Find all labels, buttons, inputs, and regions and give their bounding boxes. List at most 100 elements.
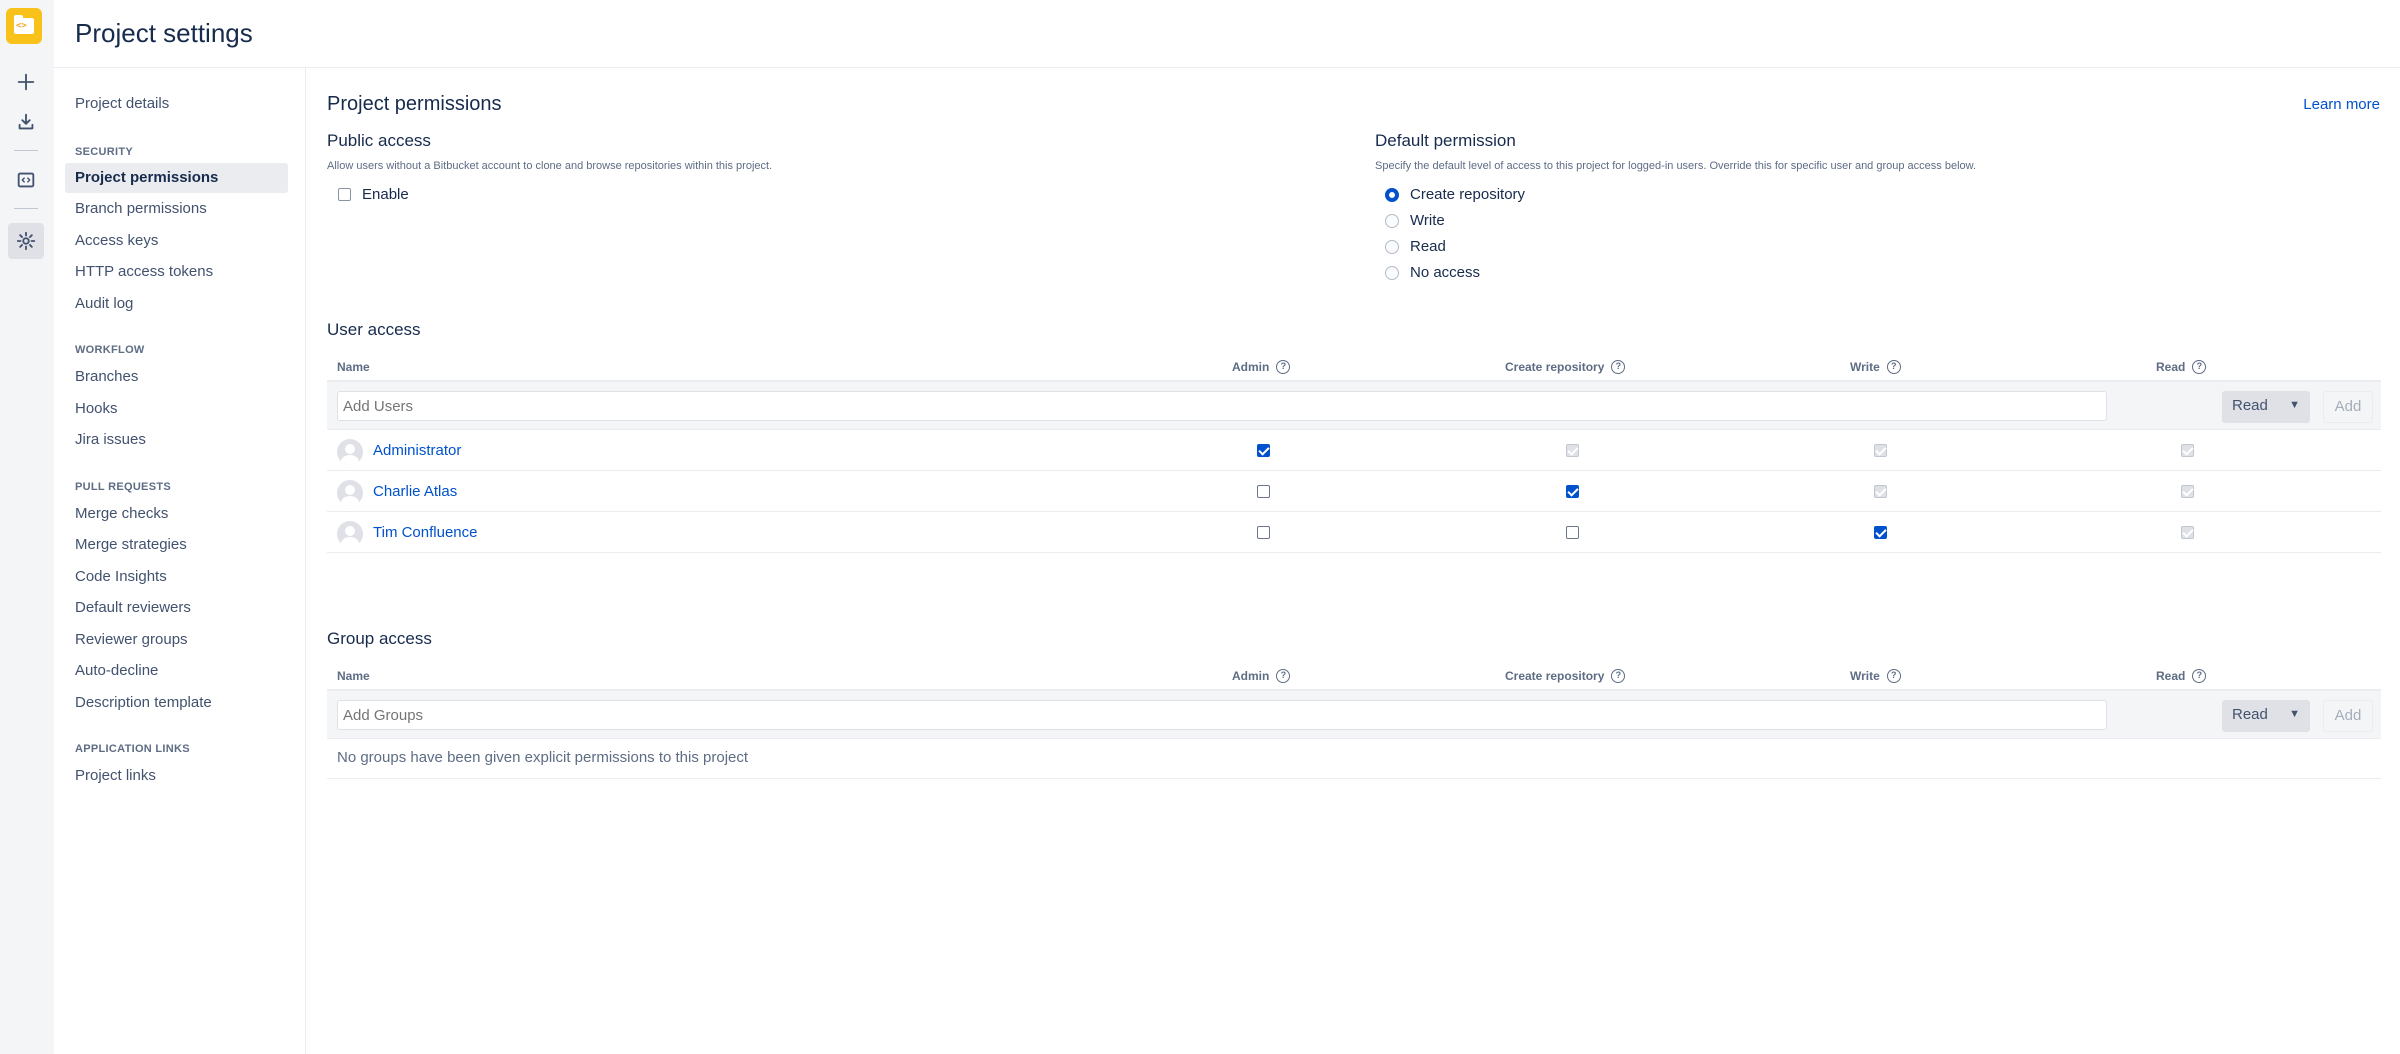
chevron-down-icon: ▼ — [2289, 708, 2300, 720]
empty-message: No groups have been given explicit permi… — [337, 749, 749, 766]
sidebar-item-project-permissions[interactable]: Project permissions — [65, 163, 288, 193]
avatar — [337, 480, 363, 506]
user-name-link[interactable]: Charlie Atlas — [373, 483, 457, 500]
add-groups-input[interactable] — [337, 700, 2107, 730]
radio-create-repository[interactable] — [1385, 187, 1399, 202]
default-permission-option-read[interactable]: Read — [1385, 238, 1446, 255]
column-header-create-repository: Create repository? — [1505, 360, 1626, 374]
public-access-enable-label: Enable — [362, 186, 409, 203]
avatar — [337, 439, 363, 465]
rail-divider — [14, 208, 38, 209]
create-repository-checkbox — [1566, 444, 1579, 457]
read-checkbox — [2181, 485, 2194, 498]
sidebar-item-branches[interactable]: Branches — [65, 362, 288, 392]
help-icon[interactable]: ? — [1276, 669, 1291, 683]
add-users-input[interactable] — [337, 391, 2107, 421]
settings-sidebar: Project details SECURITY Project permiss… — [54, 68, 306, 1054]
admin-checkbox[interactable] — [1257, 444, 1270, 457]
column-header-read: Read? — [2156, 669, 2207, 683]
sidebar-item-audit-log[interactable]: Audit log — [65, 289, 288, 319]
table-header: Name Admin? Create repository? Write? Re… — [327, 352, 2381, 382]
sidebar-item-access-keys[interactable]: Access keys — [65, 226, 288, 256]
admin-checkbox[interactable] — [1257, 485, 1270, 498]
help-icon[interactable]: ? — [1276, 360, 1291, 374]
public-access-title: Public access — [327, 131, 431, 150]
default-permission-option-create[interactable]: Create repository — [1385, 186, 1525, 203]
user-access-title: User access — [327, 320, 421, 339]
add-group-button[interactable]: Add — [2323, 700, 2373, 732]
column-header-create-repository: Create repository? — [1505, 669, 1626, 683]
help-icon[interactable]: ? — [2192, 360, 2207, 374]
read-checkbox — [2181, 526, 2194, 539]
group-access-title: Group access — [327, 629, 432, 648]
table-row: Tim Confluence — [327, 512, 2381, 553]
sidebar-heading-workflow: WORKFLOW — [75, 344, 145, 356]
create-repository-checkbox[interactable] — [1566, 485, 1579, 498]
public-access-enable-option[interactable]: Enable — [338, 186, 409, 203]
table-row: Administrator — [327, 430, 2381, 471]
column-header-read: Read? — [2156, 360, 2207, 374]
empty-state-row: No groups have been given explicit permi… — [327, 739, 2381, 779]
default-permission-option-no-access[interactable]: No access — [1385, 264, 1480, 281]
main-content: Project permissions Learn more Public ac… — [306, 68, 2400, 1054]
sidebar-item-code-insights[interactable]: Code Insights — [65, 562, 288, 592]
sidebar-item-description-template[interactable]: Description template — [65, 688, 288, 718]
user-name-link[interactable]: Administrator — [373, 442, 461, 459]
page-title: Project settings — [75, 18, 253, 48]
create-repository-checkbox[interactable] — [1566, 526, 1579, 539]
admin-checkbox[interactable] — [1257, 526, 1270, 539]
sidebar-item-merge-strategies[interactable]: Merge strategies — [65, 530, 288, 560]
default-permission-description: Specify the default level of access to t… — [1375, 160, 1977, 172]
download-icon[interactable] — [8, 104, 44, 140]
sidebar-item-project-details[interactable]: Project details — [65, 89, 288, 119]
sidebar-item-default-reviewers[interactable]: Default reviewers — [65, 593, 288, 623]
radio-label: Read — [1410, 238, 1446, 255]
write-checkbox — [1874, 444, 1887, 457]
permission-select[interactable]: Read ▼ — [2222, 700, 2310, 732]
user-name-link[interactable]: Tim Confluence — [373, 524, 478, 541]
sidebar-item-auto-decline[interactable]: Auto-decline — [65, 656, 288, 686]
plus-icon[interactable] — [8, 64, 44, 100]
gear-icon[interactable] — [8, 223, 44, 259]
sidebar-item-jira-issues[interactable]: Jira issues — [65, 425, 288, 455]
avatar — [337, 521, 363, 547]
public-access-description: Allow users without a Bitbucket account … — [327, 160, 773, 172]
add-group-row: Read▼ Add — [327, 691, 2381, 739]
help-icon[interactable]: ? — [1611, 360, 1626, 374]
sidebar-item-project-links[interactable]: Project links — [65, 761, 288, 791]
radio-label: Create repository — [1410, 186, 1526, 203]
column-header-write: Write? — [1850, 669, 1901, 683]
column-header-admin: Admin? — [1232, 669, 1291, 683]
radio-no-access[interactable] — [1385, 265, 1399, 280]
column-header-name: Name — [337, 360, 370, 374]
user-access-table: Name Admin? Create repository? Write? Re… — [327, 352, 2381, 632]
write-checkbox[interactable] — [1874, 526, 1887, 539]
permission-select[interactable]: Read ▼ — [2222, 391, 2310, 423]
add-user-button[interactable]: Add — [2323, 391, 2373, 423]
default-permission-option-write[interactable]: Write — [1385, 212, 1445, 229]
global-nav-rail: <> — [0, 0, 54, 1054]
help-icon[interactable]: ? — [1886, 669, 1901, 683]
learn-more-link[interactable]: Learn more — [2303, 96, 2380, 113]
sidebar-item-http-access-tokens[interactable]: HTTP access tokens — [65, 257, 288, 287]
radio-write[interactable] — [1385, 213, 1399, 228]
write-checkbox — [1874, 485, 1887, 498]
help-icon[interactable]: ? — [2192, 669, 2207, 683]
code-icon[interactable] — [8, 162, 44, 198]
sidebar-item-branch-permissions[interactable]: Branch permissions — [65, 194, 288, 224]
public-access-enable-checkbox[interactable] — [338, 188, 351, 201]
sidebar-heading-security: SECURITY — [75, 146, 134, 158]
group-access-table: Name Admin? Create repository? Write? Re… — [327, 661, 2381, 791]
read-checkbox — [2181, 444, 2194, 457]
sidebar-item-merge-checks[interactable]: Merge checks — [65, 499, 288, 529]
sidebar-item-reviewer-groups[interactable]: Reviewer groups — [65, 625, 288, 655]
table-header: Name Admin? Create repository? Write? Re… — [327, 661, 2381, 691]
radio-read[interactable] — [1385, 239, 1399, 254]
sidebar-item-hooks[interactable]: Hooks — [65, 394, 288, 424]
page-header: Project settings — [54, 0, 2400, 68]
rail-divider — [14, 150, 38, 151]
project-logo-icon[interactable]: <> — [6, 8, 42, 44]
help-icon[interactable]: ? — [1886, 360, 1901, 374]
help-icon[interactable]: ? — [1611, 669, 1626, 683]
column-header-admin: Admin? — [1232, 360, 1291, 374]
